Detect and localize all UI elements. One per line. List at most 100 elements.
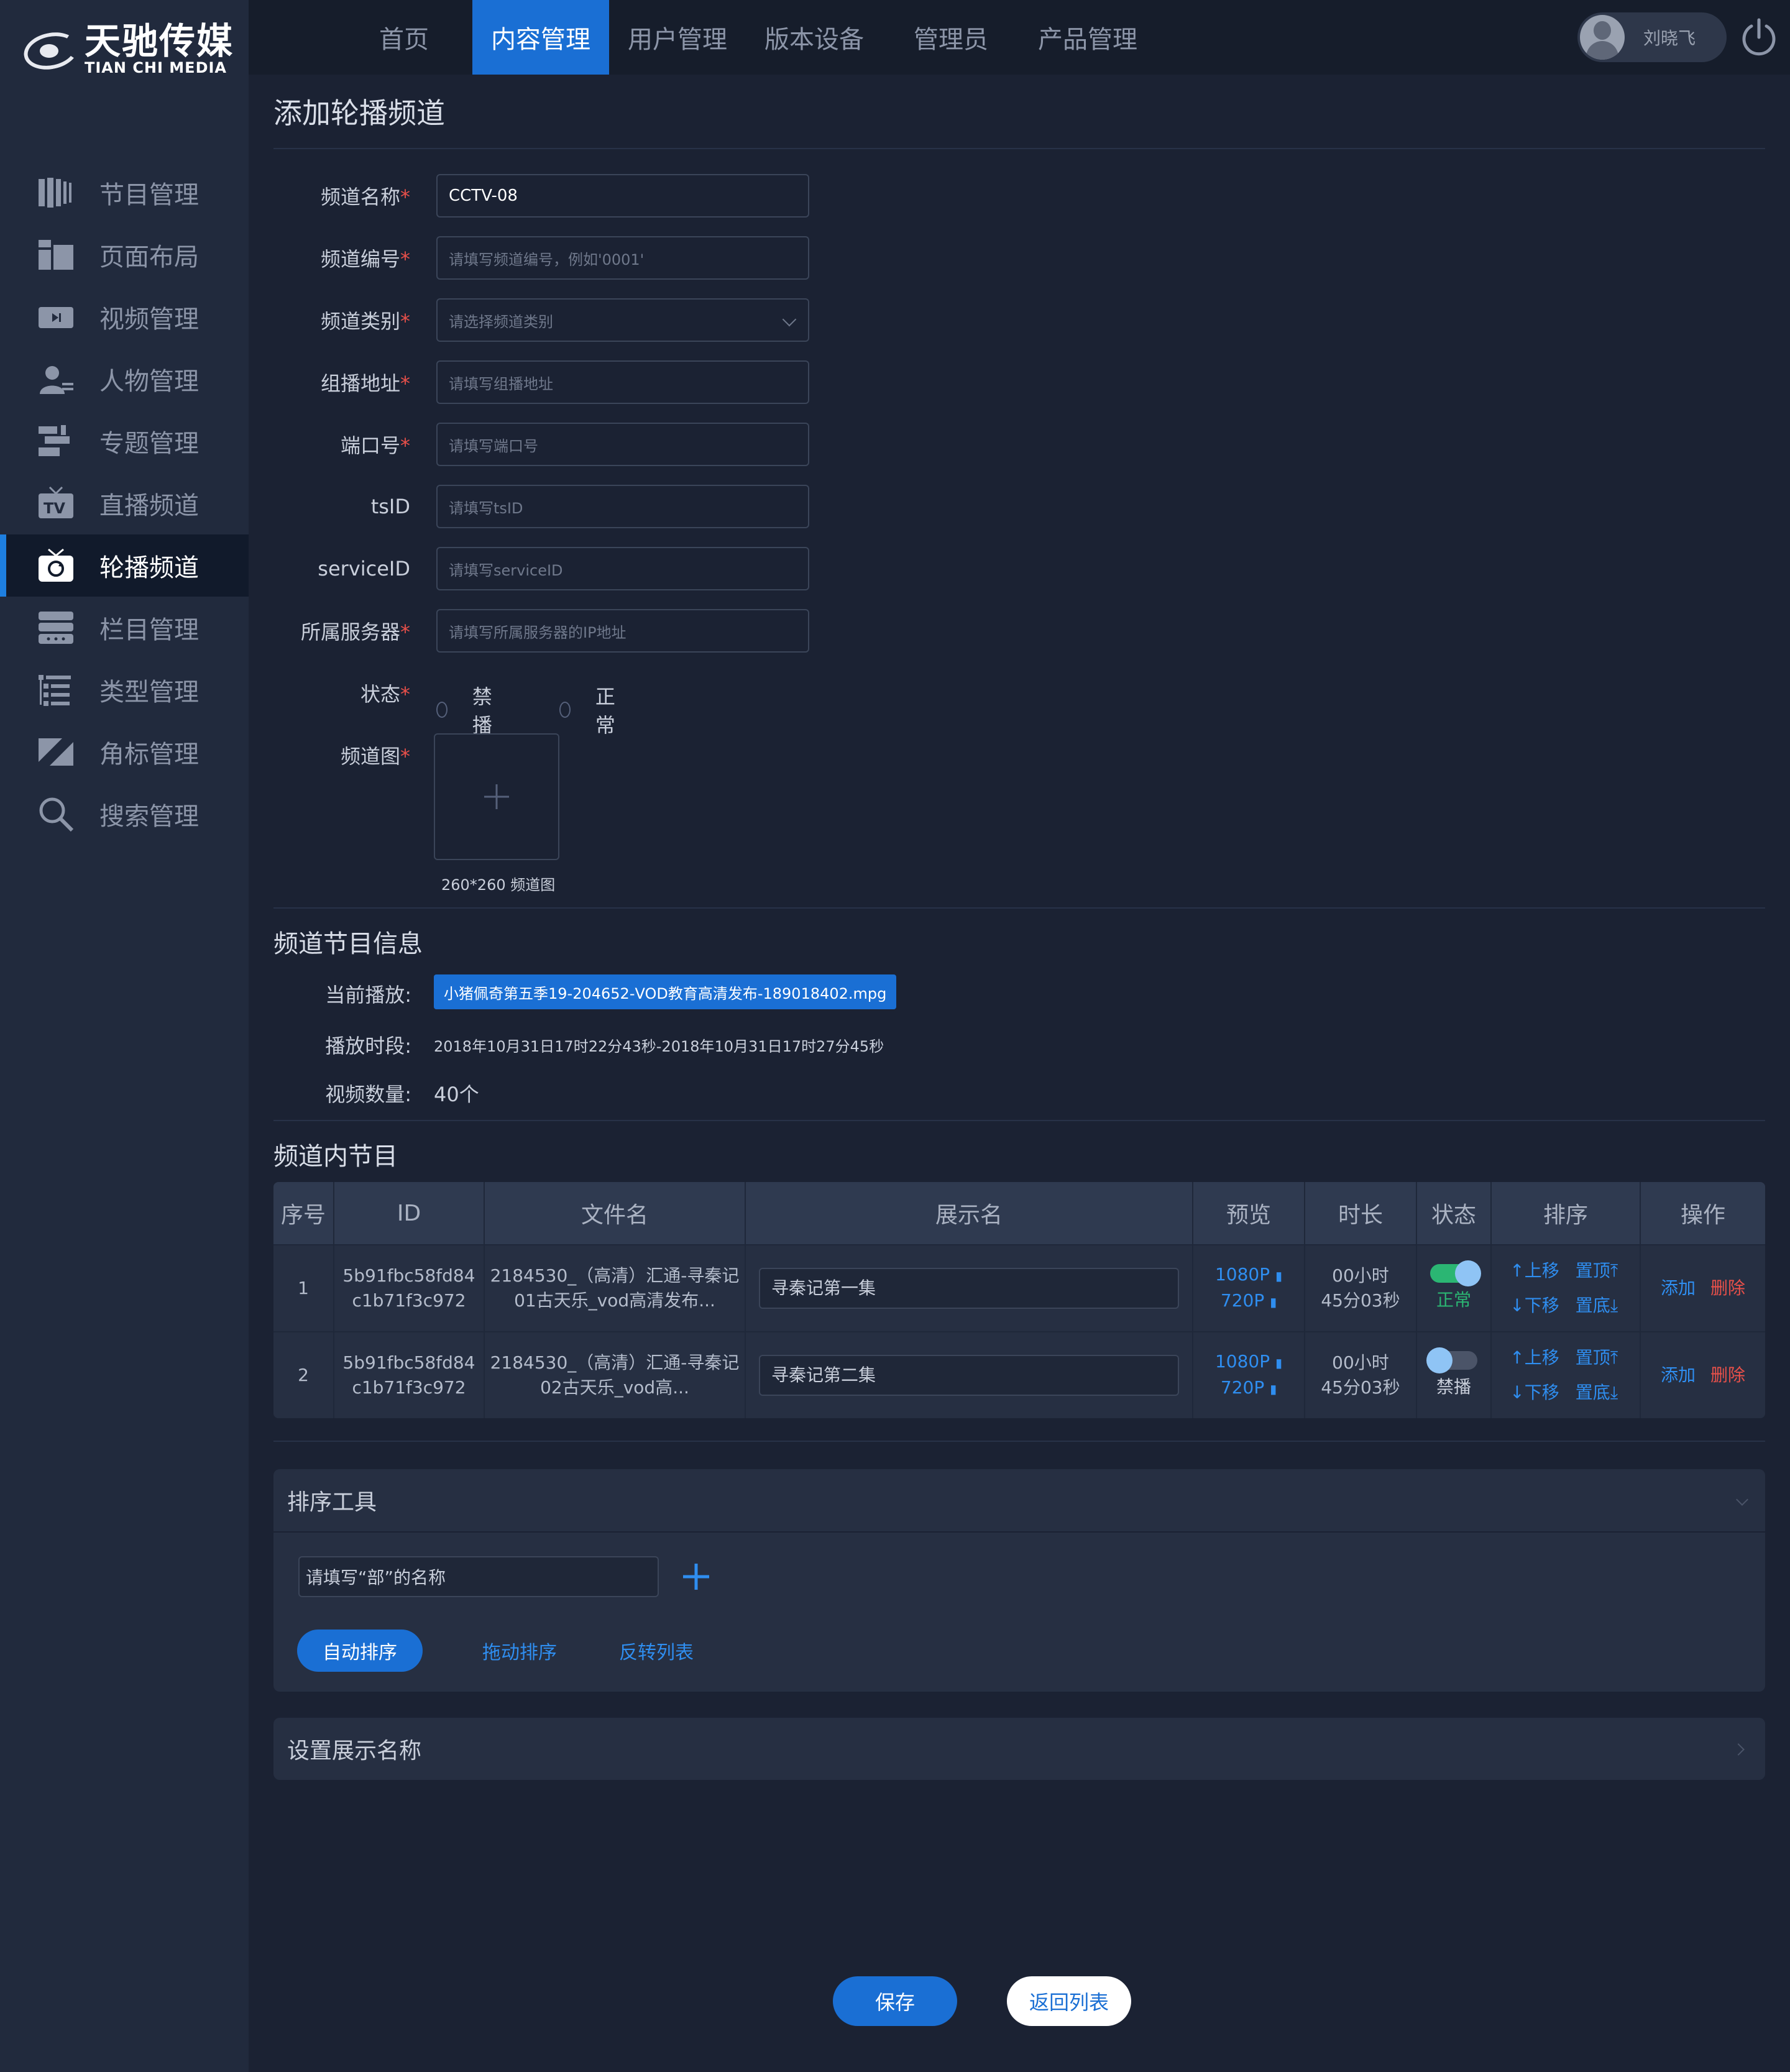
table-row: 2 5b91fbc58fd84 c1b71f3c972 2184530_（高清）汇… bbox=[273, 1331, 1765, 1418]
tab-content[interactable]: 内容管理 bbox=[472, 0, 609, 75]
port-input[interactable]: 请填写端口号 bbox=[436, 423, 809, 466]
sidebar-item-label: 类型管理 bbox=[99, 678, 199, 707]
display-name-header[interactable]: 设置展示名称 bbox=[273, 1718, 1765, 1780]
sidebar-item-carousel[interactable]: 轮播频道 bbox=[0, 534, 249, 597]
sidebar-item-people[interactable]: 人物管理 bbox=[0, 348, 249, 410]
preview-1080p-link[interactable]: 1080P ▮ bbox=[1215, 1349, 1282, 1375]
form-row-server: 所属服务器* 请填写所属服务器的IP地址 bbox=[273, 609, 809, 653]
reverse-list-button[interactable]: 反转列表 bbox=[619, 1630, 694, 1672]
sidebar-item-program[interactable]: 节目管理 bbox=[0, 162, 249, 224]
status-text: 正常 bbox=[1436, 1290, 1471, 1310]
move-bottom-button[interactable]: 置底⤓ bbox=[1566, 1293, 1628, 1318]
preview-720p-link[interactable]: 720P ▮ bbox=[1221, 1288, 1277, 1314]
brand-name-cn: 天驰传媒 bbox=[85, 20, 234, 62]
sidebar-item-label: 栏目管理 bbox=[99, 616, 199, 644]
tab-home[interactable]: 首页 bbox=[336, 0, 472, 75]
chevron-down-icon bbox=[782, 312, 797, 327]
layout-icon bbox=[37, 236, 75, 273]
status-toggle[interactable] bbox=[1426, 1347, 1477, 1373]
form-row-channel-code: 频道编号* 请填写频道编号，例如'0001' bbox=[273, 236, 809, 280]
copy-icon: ▮ bbox=[1275, 1355, 1283, 1370]
video-icon bbox=[37, 298, 75, 336]
tab-users[interactable]: 用户管理 bbox=[609, 0, 746, 75]
sort-tool-title: 排序工具 bbox=[287, 1490, 377, 1515]
back-to-list-button[interactable]: 返回列表 bbox=[1007, 1976, 1131, 2026]
sidebar-item-label: 角标管理 bbox=[99, 740, 199, 769]
display-name-input[interactable]: 寻秦记第一集 bbox=[759, 1268, 1179, 1309]
display-name-panel[interactable]: 设置展示名称 bbox=[273, 1718, 1765, 1780]
tv-icon: TV bbox=[37, 485, 75, 522]
serviceid-input[interactable]: 请填写serviceID bbox=[436, 547, 809, 590]
channel-code-input[interactable]: 请填写频道编号，例如'0001' bbox=[436, 236, 809, 280]
move-top-button[interactable]: 置顶⤒ bbox=[1566, 1345, 1628, 1370]
status-toggle[interactable] bbox=[1430, 1260, 1481, 1286]
sidebar-item-search[interactable]: 搜索管理 bbox=[0, 783, 249, 845]
sidebar-item-topic[interactable]: 专题管理 bbox=[0, 410, 249, 472]
form-row-image: 频道图* bbox=[273, 733, 410, 777]
tab-versions[interactable]: 版本设备 bbox=[746, 0, 883, 75]
port-label: 端口号* bbox=[340, 434, 410, 457]
server-input[interactable]: 请填写所属服务器的IP地址 bbox=[436, 609, 809, 653]
programs-table: 序号 ID 文件名 展示名 预览 时长 状态 排序 操作 1 5b91fbc58… bbox=[273, 1182, 1765, 1418]
tab-admins[interactable]: 管理员 bbox=[883, 0, 1019, 75]
channel-type-label: 频道类别* bbox=[320, 309, 410, 333]
current-file-chip[interactable]: 小猪佩奇第五季19-204652-VOD教育高清发布-189018402.mpg bbox=[434, 974, 897, 1009]
row-filename: 2184530_（高清）汇通-寻秦记 01古天乐_vod高清发布... bbox=[485, 1245, 746, 1331]
sidebar-item-video[interactable]: 视频管理 bbox=[0, 286, 249, 348]
move-up-button[interactable]: ↑上移 bbox=[1503, 1345, 1566, 1370]
delete-button[interactable]: 删除 bbox=[1710, 1276, 1745, 1301]
period-value: 2018年10月31日17时22分43秒-2018年10月31日17时27分45… bbox=[434, 1038, 884, 1055]
move-up-button[interactable]: ↑上移 bbox=[1503, 1258, 1566, 1283]
save-button[interactable]: 保存 bbox=[833, 1976, 957, 2026]
display-name-input[interactable]: 寻秦记第二集 bbox=[759, 1355, 1179, 1396]
sort-tool-panel: 排序工具 请填写“部”的名称 自动排序 拖动排序 反转列表 bbox=[273, 1469, 1765, 1692]
part-name-input[interactable]: 请填写“部”的名称 bbox=[298, 1556, 659, 1597]
programs-table-title: 频道内节目 bbox=[273, 1142, 398, 1171]
sidebar-item-label: 节目管理 bbox=[99, 181, 199, 209]
sidebar-item-label: 轮播频道 bbox=[99, 554, 199, 582]
multicast-input[interactable]: 请填写组播地址 bbox=[436, 360, 809, 404]
tsid-input[interactable]: 请填写tsID bbox=[436, 485, 809, 528]
radio-normal[interactable] bbox=[559, 702, 571, 718]
channel-name-input[interactable]: CCTV-08 bbox=[436, 174, 809, 218]
copy-icon: ▮ bbox=[1270, 1295, 1277, 1309]
move-bottom-button[interactable]: 置底⤓ bbox=[1566, 1380, 1628, 1405]
divider bbox=[273, 1120, 1765, 1121]
col-index: 序号 bbox=[273, 1182, 334, 1244]
row-preview: 1080P ▮ 720P ▮ bbox=[1193, 1245, 1305, 1331]
sidebar-item-layout[interactable]: 页面布局 bbox=[0, 224, 249, 286]
image-upload-button[interactable] bbox=[434, 733, 559, 860]
sidebar-item-type[interactable]: 类型管理 bbox=[0, 659, 249, 721]
add-button[interactable]: 添加 bbox=[1661, 1276, 1696, 1301]
add-button[interactable]: 添加 bbox=[1661, 1363, 1696, 1388]
delete-button[interactable]: 删除 bbox=[1710, 1363, 1745, 1388]
tab-products[interactable]: 产品管理 bbox=[1019, 0, 1156, 75]
move-down-button[interactable]: ↓下移 bbox=[1503, 1380, 1566, 1405]
move-down-button[interactable]: ↓下移 bbox=[1503, 1293, 1566, 1318]
channel-code-label: 频道编号* bbox=[320, 247, 410, 271]
top-bar: 首页 内容管理 用户管理 版本设备 管理员 产品管理 刘晓飞 bbox=[249, 0, 1790, 75]
sidebar-item-corner-mark[interactable]: 角标管理 bbox=[0, 721, 249, 783]
preview-720p-link[interactable]: 720P ▮ bbox=[1221, 1375, 1277, 1401]
auto-sort-button[interactable]: 自动排序 bbox=[297, 1630, 423, 1672]
program-info-title: 频道节目信息 bbox=[273, 930, 423, 958]
preview-1080p-link[interactable]: 1080P ▮ bbox=[1215, 1262, 1282, 1288]
sidebar-item-column[interactable]: 栏目管理 bbox=[0, 597, 249, 659]
sidebar-item-live[interactable]: TV 直播频道 bbox=[0, 472, 249, 534]
add-part-button[interactable] bbox=[681, 1561, 712, 1592]
radio-banned[interactable] bbox=[436, 702, 448, 718]
radio-normal-label: 正常 bbox=[595, 685, 615, 737]
sidebar-item-label: 页面布局 bbox=[99, 243, 199, 272]
user-menu[interactable]: 刘晓飞 bbox=[1577, 12, 1727, 62]
sort-tool-header[interactable]: 排序工具 bbox=[273, 1469, 1765, 1531]
power-icon[interactable] bbox=[1739, 17, 1779, 57]
form-row-serviceid: serviceID 请填写serviceID bbox=[273, 547, 809, 590]
carousel-tv-icon bbox=[37, 547, 75, 584]
brand-name-en: TIAN CHI MEDIA bbox=[85, 59, 227, 76]
move-top-button[interactable]: 置顶⤒ bbox=[1566, 1258, 1628, 1283]
col-status: 状态 bbox=[1417, 1182, 1492, 1244]
drag-sort-button[interactable]: 拖动排序 bbox=[482, 1630, 557, 1672]
channel-type-select[interactable]: 请选择频道类别 bbox=[436, 298, 809, 342]
divider bbox=[273, 907, 1765, 909]
divider bbox=[273, 148, 1765, 149]
